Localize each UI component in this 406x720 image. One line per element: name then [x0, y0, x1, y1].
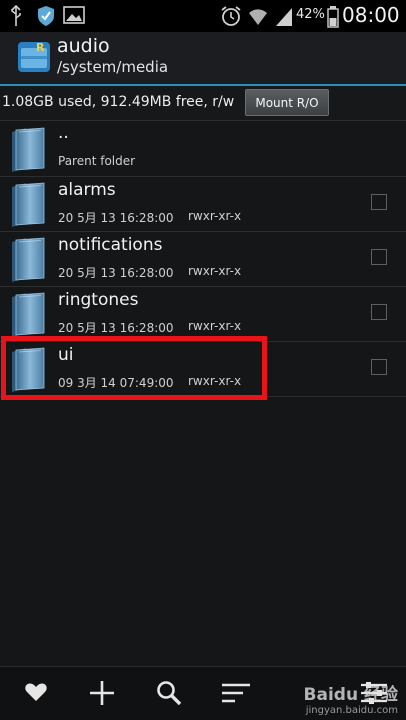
sort-icon[interactable]: [221, 683, 251, 703]
folder-icon: [10, 236, 46, 282]
file-name: ..: [58, 123, 69, 143]
folder-icon: [10, 291, 46, 337]
file-permissions: rwxr-xr-x: [188, 264, 242, 278]
battery-percent: 42%: [296, 7, 325, 22]
list-item-ui[interactable]: ui 09 3月 14 07:49:00 rwxr-xr-x: [0, 341, 406, 397]
title-bar: R audio /system/media: [0, 32, 406, 86]
select-checkbox[interactable]: [371, 249, 387, 265]
list-item-ringtones[interactable]: ringtones 20 5月 13 16:28:00 rwxr-xr-x: [0, 286, 406, 342]
status-bar: 42% 08:00: [0, 0, 406, 32]
list-item-notifications[interactable]: notifications 20 5月 13 16:28:00 rwxr-xr-…: [0, 231, 406, 287]
file-subtitle: Parent folder: [58, 154, 136, 168]
picture-icon: [63, 6, 85, 24]
watermark-url: jingyan.baidu.com: [305, 705, 398, 716]
search-icon[interactable]: [156, 680, 182, 706]
clock: 08:00: [342, 3, 400, 27]
wifi-icon: [249, 9, 267, 25]
storage-info-bar: 1.08GB used, 912.49MB free, r/w Mount R/…: [0, 86, 406, 121]
usb-icon: [11, 5, 21, 26]
file-permissions: rwxr-xr-x: [188, 374, 242, 388]
plus-icon[interactable]: [89, 680, 115, 706]
file-name: ui: [58, 345, 74, 365]
watermark: Baidu 经验 jingyan.baidu.com: [304, 680, 398, 716]
folder-icon: [10, 346, 46, 392]
select-checkbox[interactable]: [371, 304, 387, 320]
shield-icon: [38, 6, 54, 26]
file-name: alarms: [58, 180, 116, 200]
current-path: /system/media: [57, 58, 169, 76]
file-permissions: rwxr-xr-x: [188, 209, 242, 223]
bottom-toolbar: Baidu 经验 jingyan.baidu.com: [0, 666, 406, 720]
file-name: notifications: [58, 235, 163, 255]
signal-icon: [276, 8, 292, 26]
page-title: audio: [57, 35, 110, 57]
mount-button[interactable]: Mount R/O: [245, 89, 329, 116]
watermark-logo: Baidu 经验: [303, 685, 398, 705]
list-item-parent-folder[interactable]: .. Parent folder: [0, 121, 406, 177]
select-checkbox[interactable]: [371, 194, 387, 210]
file-date: 20 5月 13 16:28:00: [58, 211, 174, 225]
file-date: 20 5月 13 16:28:00: [58, 321, 174, 335]
alarm-icon: [221, 6, 241, 26]
storage-info: 1.08GB used, 912.49MB free, r/w: [2, 94, 235, 110]
file-name: ringtones: [58, 290, 139, 310]
battery-icon: [327, 6, 339, 28]
file-permissions: rwxr-xr-x: [188, 319, 242, 333]
folder-icon: [10, 126, 46, 172]
app-icon[interactable]: R: [16, 38, 52, 76]
file-date: 20 5月 13 16:28:00: [58, 266, 174, 280]
select-checkbox[interactable]: [371, 359, 387, 375]
list-item-alarms[interactable]: alarms 20 5月 13 16:28:00 rwxr-xr-x: [0, 176, 406, 232]
svg-text:R: R: [36, 41, 45, 54]
folder-icon: [10, 181, 46, 227]
heart-icon[interactable]: [24, 680, 48, 704]
file-date: 09 3月 14 07:49:00: [58, 376, 174, 390]
